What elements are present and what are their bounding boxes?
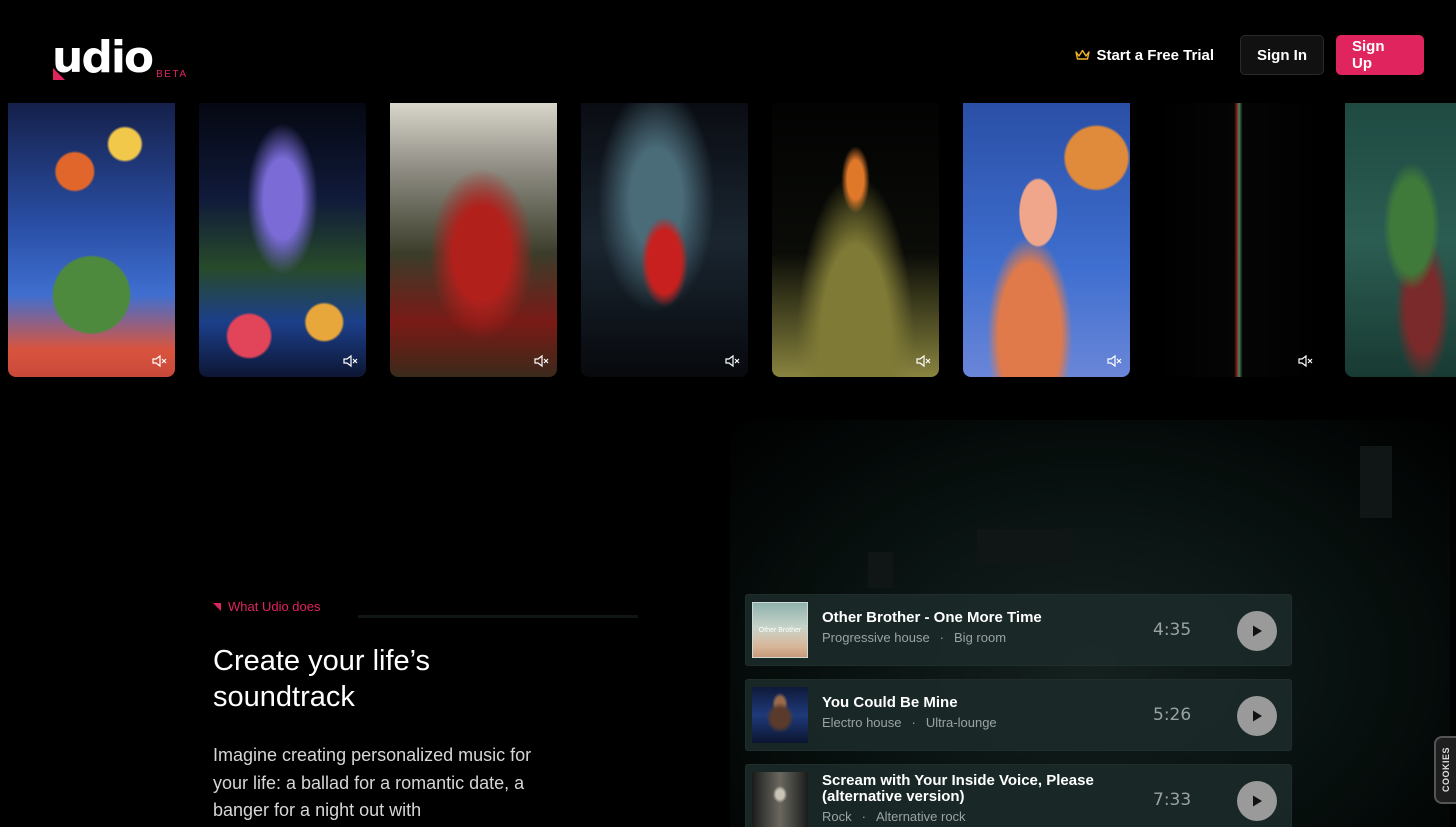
beta-badge: BETA [156,69,188,80]
track-cover [752,687,808,743]
track-tag[interactable]: Rock [822,809,852,824]
track-title[interactable]: Scream with Your Inside Voice, Please (a… [822,773,1122,805]
eyebrow-mark-icon [213,602,221,611]
track-duration: 5:26 [1153,705,1192,725]
play-icon [1253,710,1262,722]
video-card[interactable] [1345,103,1456,377]
video-card[interactable] [199,103,366,377]
track-tag[interactable]: Alternative rock [876,809,966,824]
track-cover: Other Brother [752,602,808,658]
track-tags: Progressive house · Big room [822,630,1006,645]
section-eyebrow: What Udio does [213,599,321,614]
decorative-block [977,529,1073,565]
play-button[interactable] [1237,696,1277,736]
cookie-settings-tab[interactable]: COOKIES [1434,736,1456,804]
udio-logo[interactable]: udio BETA [52,34,188,80]
trial-label: Start a Free Trial [1096,46,1214,64]
mute-icon[interactable] [724,353,740,369]
video-card[interactable] [8,103,175,377]
track-cover-text: Other Brother [758,626,802,634]
video-card[interactable] [581,103,748,377]
track-tags: Electro house · Ultra-lounge [822,715,997,730]
section-description: Imagine creating personalized music for … [213,745,532,820]
track-title[interactable]: Other Brother - One More Time [822,610,1122,626]
eyebrow-label: What Udio does [228,599,321,614]
track-tag[interactable]: Progressive house [822,630,930,645]
cookie-tab-label: COOKIES [1441,747,1451,793]
sign-up-button[interactable]: Sign Up [1336,35,1424,75]
logo-wordmark: udio [52,32,154,83]
play-button[interactable] [1237,611,1277,651]
tag-separator: · [911,715,916,730]
mute-icon[interactable] [151,353,167,369]
mute-icon[interactable] [1297,353,1313,369]
decorative-line [358,615,638,618]
section-headline: Create your life’s soundtrack [213,645,431,713]
video-card[interactable] [390,103,557,377]
tag-separator: · [939,630,945,645]
track-row[interactable]: You Could Be Mine Electro house · Ultra-lo… [745,679,1292,751]
site-header: udio BETA Start a Free Trial Sign In Sig… [0,0,1456,103]
tag-separator: · [861,809,866,824]
mute-icon[interactable] [342,353,358,369]
track-duration: 7:33 [1153,790,1192,810]
video-card[interactable] [772,103,939,377]
logo-accent-mark [53,68,65,80]
mute-icon[interactable] [1106,353,1122,369]
track-title[interactable]: You Could Be Mine [822,695,1122,711]
track-row[interactable]: Scream with Your Inside Voice, Please (a… [745,764,1292,827]
track-cover [752,772,808,827]
mute-icon[interactable] [915,353,931,369]
video-carousel [0,103,1456,378]
decorative-block [868,552,893,588]
video-card[interactable] [1154,103,1321,377]
play-icon [1253,795,1262,807]
track-row[interactable]: Other Brother Other Brother - One More T… [745,594,1292,666]
track-tag[interactable]: Ultra-lounge [926,715,997,730]
track-tags: Rock · Alternative rock [822,809,966,824]
header-nav: Start a Free Trial Sign In Sign Up [1061,35,1424,75]
start-free-trial-link[interactable]: Start a Free Trial [1061,47,1228,64]
track-duration: 4:35 [1153,620,1192,640]
play-icon [1253,625,1262,637]
crown-icon [1075,49,1091,60]
mute-icon[interactable] [533,353,549,369]
video-card[interactable] [963,103,1130,377]
track-tag[interactable]: Electro house [822,715,902,730]
track-tag[interactable]: Big room [954,630,1006,645]
decorative-block [1360,446,1392,518]
sign-in-button[interactable]: Sign In [1240,35,1324,75]
play-button[interactable] [1237,781,1277,821]
